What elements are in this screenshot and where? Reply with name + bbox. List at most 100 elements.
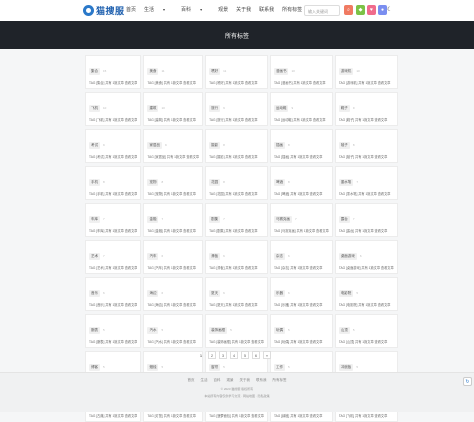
tag-label[interactable]: 山顶 [338, 327, 350, 334]
page-button[interactable]: 2 [208, 351, 216, 359]
tag-label[interactable]: 手机 [89, 179, 100, 186]
tag-card[interactable]: 考试 9 TAG [考试] 共有 1篇文章 查看文章 [85, 129, 142, 163]
tag-card[interactable]: 山顶 5 TAG [山顶] 共有 1篇文章 查看文章 [334, 314, 398, 348]
user-icon[interactable]: ● [378, 5, 387, 15]
tag-card[interactable]: 音乐 6 TAG [音乐] 共有 1篇文章 查看文章 [85, 277, 142, 311]
tag-card[interactable]: 金融 7 TAG [金融] 共有 1篇文章 查看文章 [143, 203, 204, 237]
tag-card[interactable]: 建筑 10 TAG [建筑] 共有 1篇文章 查看文章 [143, 92, 204, 126]
back-to-top-icon[interactable]: ↻ [463, 377, 472, 386]
tag-label[interactable]: 滑板 [209, 253, 221, 260]
tag-label[interactable]: 旅行 [209, 105, 221, 112]
tag-label[interactable]: 鞋子 [338, 105, 350, 112]
tag-label[interactable]: 毯子 [338, 142, 350, 149]
tag-label[interactable]: 工作 [273, 364, 285, 371]
tag-card[interactable]: 飞机 10 TAG [飞机] 共有 1篇文章 查看文章 [85, 92, 142, 126]
tag-card[interactable]: 车库 7 TAG [车库] 共有 1篇文章 查看文章 [85, 203, 142, 237]
tag-label[interactable]: 漫画书 [273, 68, 289, 75]
tag-label[interactable]: 玩偶 [273, 327, 285, 334]
tag-card[interactable]: 宠物 8 TAG [宠物] 共有 1篇文章 查看文章 [143, 166, 204, 200]
footer-link[interactable]: 观景 [227, 378, 234, 382]
tag-label[interactable]: 海边 [147, 290, 159, 297]
tag-label[interactable]: 夏天 [209, 290, 221, 297]
tag-card[interactable]: 乐器 6 TAG [乐器] 共有 1篇文章 查看文章 [269, 277, 333, 311]
tag-label[interactable]: 集合 [89, 68, 100, 75]
footer-link[interactable]: 百科 [214, 378, 221, 382]
page-button[interactable]: 4 [230, 351, 238, 359]
tag-label[interactable]: 冲浪板 [338, 364, 354, 371]
tag-card[interactable]: 漫画书 10 TAG [漫画书] 共有 1篇文章 查看文章 [269, 55, 333, 89]
tag-label[interactable]: 运动鞋 [273, 105, 289, 112]
tag-card[interactable]: 嗜好 11 TAG [嗜好] 共有 1篇文章 查看文章 [205, 55, 268, 89]
tag-card[interactable]: 游戏机 10 TAG [游戏机] 共有 1篇文章 查看文章 [334, 55, 398, 89]
tag-label[interactable]: 乐器 [273, 290, 285, 297]
tag-label[interactable]: 露台 [338, 216, 350, 223]
tag-card[interactable]: 集合 15 TAG [集合] 共有 1篇文章 查看文章 [85, 55, 142, 89]
tag-card[interactable]: 手机 8 TAG [手机] 共有 1篇文章 查看文章 [85, 166, 142, 200]
tag-card[interactable]: 汽水 5 TAG [汽水] 共有 1篇文章 查看文章 [143, 314, 204, 348]
site-logo[interactable]: 猫搜服 [83, 4, 125, 17]
footer-link[interactable]: 关于我 [240, 378, 251, 382]
moon-icon[interactable]: ☾ [387, 6, 392, 13]
tag-card[interactable]: 夏天 6 TAG [夏天] 共有 1篇文章 查看文章 [205, 277, 268, 311]
tag-card[interactable]: 插画 8 TAG [插画] 共有 1篇文章 查看文章 [269, 129, 333, 163]
favorite-icon[interactable]: ♥ [367, 5, 376, 15]
tag-label[interactable]: 装饰画框 [209, 327, 228, 334]
nav-item-all-tags[interactable]: 所有标签 [282, 6, 302, 13]
nav-item-life[interactable]: 生活 ▾ [144, 6, 173, 13]
footer-link[interactable]: 所有标签 [273, 378, 287, 382]
tag-card[interactable]: 露台 7 TAG [露台] 共有 1篇文章 查看文章 [334, 203, 398, 237]
tag-card[interactable]: 腕表 5 TAG [腕表] 共有 1篇文章 查看文章 [85, 314, 142, 348]
tag-label[interactable]: 博客 [89, 364, 100, 371]
tag-card[interactable]: 墨水笔 7 TAG [墨水笔] 共有 1篇文章 查看文章 [334, 166, 398, 200]
tag-label[interactable]: 电影院 [338, 290, 354, 297]
tag-label[interactable]: 车库 [89, 216, 100, 223]
tag-label[interactable]: 啤酒 [273, 179, 285, 186]
tag-label[interactable]: 墨水笔 [338, 179, 354, 186]
tag-label[interactable]: 美食 [147, 68, 159, 75]
page-button[interactable]: 6 [252, 351, 260, 359]
footer-link[interactable]: 生活 [201, 378, 208, 382]
tag-card[interactable]: 玩偶 5 TAG [玩偶] 共有 1篇文章 查看文章 [269, 314, 333, 348]
tag-label[interactable]: 插画 [273, 142, 285, 149]
tag-card[interactable]: 马赛克画 7 TAG [马赛克画] 共有 1篇文章 查看文章 [269, 203, 333, 237]
tag-card[interactable]: 汽车 6 TAG [汽车] 共有 1篇文章 查看文章 [143, 240, 204, 274]
footer-link[interactable]: 首页 [188, 378, 195, 382]
tag-label[interactable]: 金融 [147, 216, 159, 223]
tag-label[interactable]: 家居品 [147, 142, 162, 149]
tag-label[interactable]: 剧集 [209, 216, 221, 223]
tag-label[interactable]: 建筑 [147, 105, 159, 112]
footer-link[interactable]: 联系我 [256, 378, 267, 382]
tag-label[interactable]: 桌面游戏 [338, 253, 357, 260]
tag-card[interactable]: 海边 6 TAG [海边] 共有 1篇文章 查看文章 [143, 277, 204, 311]
nav-item-wiki[interactable]: 百科 ▾ [181, 6, 210, 13]
page-button[interactable]: 3 [219, 351, 227, 359]
tag-card[interactable]: 桌面游戏 6 TAG [桌面游戏] 共有 1篇文章 查看文章 [334, 240, 398, 274]
search-input[interactable]: 输入关键词 [304, 5, 340, 16]
tag-card[interactable]: 艺术 7 TAG [艺术] 共有 1篇文章 查看文章 [85, 240, 142, 274]
nav-item-home[interactable]: 首页 [126, 6, 136, 13]
tag-card[interactable]: 花园 8 TAG [花园] 共有 1篇文章 查看文章 [205, 166, 268, 200]
tag-card[interactable]: 电影院 5 TAG [电影院] 共有 1篇文章 查看文章 [334, 277, 398, 311]
tag-label[interactable]: 蜡烛 [147, 364, 159, 371]
tag-card[interactable]: 摄影 8 TAG [摄影] 共有 1篇文章 查看文章 [205, 129, 268, 163]
page-button[interactable]: 5 [241, 351, 249, 359]
tag-label[interactable]: 艺术 [89, 253, 100, 260]
tag-card[interactable]: 毯子 8 TAG [毯子] 共有 1篇文章 查看文章 [334, 129, 398, 163]
nav-item-contact[interactable]: 联系我 [259, 6, 274, 13]
tag-label[interactable]: 宠物 [147, 179, 159, 186]
tag-label[interactable]: 花园 [209, 179, 221, 186]
tag-card[interactable]: 杂志 6 TAG [杂志] 共有 1篇文章 查看文章 [269, 240, 333, 274]
share-icon[interactable]: ◆ [356, 5, 365, 15]
tag-label[interactable]: 音乐 [89, 290, 100, 297]
nav-item-view[interactable]: 观景 [218, 6, 228, 13]
tag-label[interactable]: 腕表 [89, 327, 100, 334]
tag-label[interactable]: 马赛克画 [273, 216, 292, 223]
tag-card[interactable]: 滑板 6 TAG [滑板] 共有 1篇文章 查看文章 [205, 240, 268, 274]
search-icon[interactable]: ⌕ [344, 5, 353, 15]
tag-card[interactable]: 啤酒 8 TAG [啤酒] 共有 1篇文章 查看文章 [269, 166, 333, 200]
tag-card[interactable]: 旅行 9 TAG [旅行] 共有 1篇文章 查看文章 [205, 92, 268, 126]
tag-label[interactable]: 杂志 [273, 253, 285, 260]
tag-label[interactable]: 汽水 [147, 327, 159, 334]
page-button[interactable]: 1 [197, 351, 205, 359]
tag-card[interactable]: 美食 11 TAG [美食] 共有 1篇文章 查看文章 [143, 55, 204, 89]
